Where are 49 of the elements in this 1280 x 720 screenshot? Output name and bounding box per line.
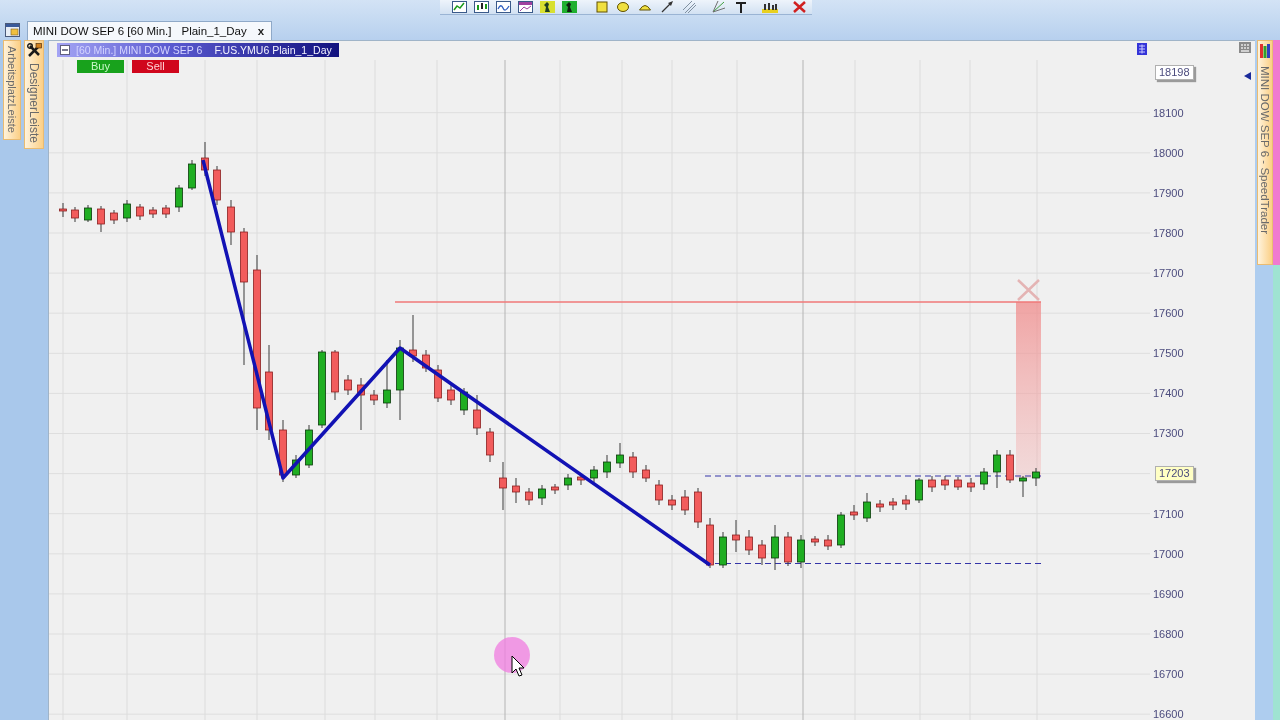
x-marker-icon (1016, 278, 1041, 302)
price-label: 16600 (1152, 708, 1184, 720)
figure-icon[interactable] (540, 1, 555, 13)
rectangle-tool-icon[interactable] (596, 1, 608, 13)
document-tab[interactable]: MINI DOW SEP 6 [60 Min.] Plain_1_Day x (27, 21, 273, 40)
close-tab-button[interactable]: x (255, 25, 267, 37)
candle-chart-icon[interactable] (474, 1, 489, 13)
price-label: 17400 (1152, 387, 1184, 400)
left-triangle-icon[interactable] (1244, 72, 1251, 80)
price-label: 17300 (1152, 427, 1184, 440)
collapse-icon[interactable] (60, 45, 70, 55)
price-label: 17100 (1152, 507, 1184, 520)
text-tool-icon[interactable] (735, 1, 747, 13)
delete-icon[interactable] (793, 1, 806, 13)
side-tab[interactable]: MINI DOW SEP 6 - SpeedTrader (1257, 40, 1273, 265)
price-tag: 17203 (1155, 466, 1194, 481)
price-label: 16800 (1152, 627, 1184, 640)
template-label: Plain_1_Day (181, 25, 247, 37)
window-icon[interactable] (5, 23, 20, 37)
pitchfork-icon[interactable] (712, 1, 725, 13)
volume-bars-icon[interactable] (762, 1, 778, 13)
side-tab[interactable]: ArbeitsplatzLeiste (3, 40, 21, 140)
grid-icon[interactable] (1137, 43, 1147, 55)
price-label: 17500 (1152, 347, 1184, 360)
price-label: 17800 (1152, 226, 1184, 239)
price-tag: 18198 (1155, 65, 1194, 81)
window-chart-icon[interactable] (518, 1, 533, 13)
mouse-pointer-icon (511, 655, 525, 677)
figure-icon[interactable] (562, 1, 577, 13)
price-label: 17000 (1152, 547, 1184, 560)
tools-icon (26, 43, 42, 58)
ellipse-tool-icon[interactable] (617, 1, 629, 13)
price-label: 16700 (1152, 667, 1184, 680)
instrument-label: F.US.YMU6 Plain_1_Day (214, 44, 332, 56)
buy-button[interactable]: Buy (77, 60, 124, 73)
line-chart-icon[interactable] (452, 1, 467, 13)
price-label: 17700 (1152, 267, 1184, 279)
price-label: 18000 (1152, 146, 1184, 159)
sell-button[interactable]: Sell (132, 60, 179, 73)
side-tab[interactable]: DesignerLeiste (24, 40, 44, 150)
arrow-tool-icon[interactable] (661, 1, 673, 13)
price-label: 17900 (1152, 186, 1184, 199)
price-label: 17600 (1152, 307, 1184, 320)
chart-title: [60 Min.] MINI DOW SEP 6 (76, 44, 203, 56)
price-label: 16900 (1152, 587, 1184, 600)
color-bars-icon (1260, 44, 1270, 58)
wave-chart-icon[interactable] (496, 1, 511, 13)
price-label: 18100 (1152, 106, 1184, 119)
parallel-lines-icon[interactable] (683, 1, 696, 13)
